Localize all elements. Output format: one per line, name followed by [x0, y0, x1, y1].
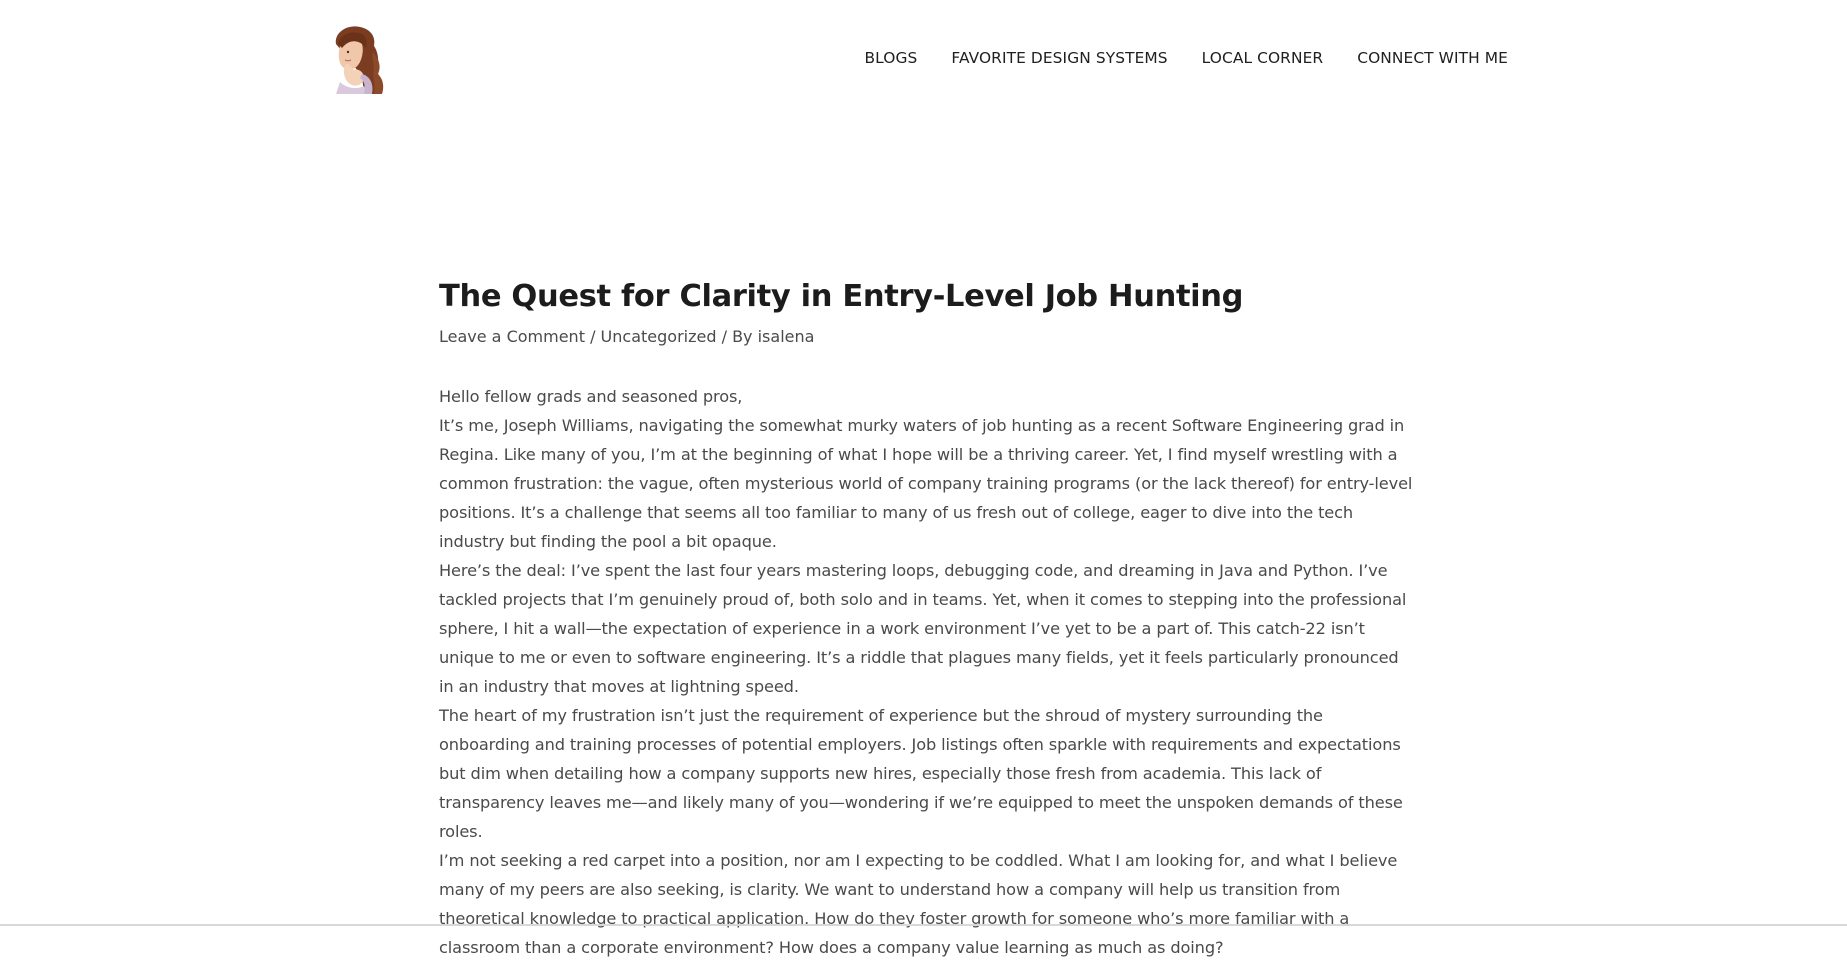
nav-item-blogs[interactable]: BLOGS — [865, 49, 918, 67]
post-paragraph: Hello fellow grads and seasoned pros, — [439, 387, 743, 406]
portrait-logo-icon — [335, 26, 384, 94]
leave-comment-link[interactable]: Leave a Comment — [439, 327, 585, 346]
post-paragraph: Here’s the deal: I’ve spent the last fou… — [439, 561, 1407, 696]
blog-post: The Quest for Clarity in Entry-Level Job… — [439, 276, 1414, 962]
meta-separator: / — [721, 327, 727, 346]
nav-item-favorite-design-systems[interactable]: FAVORITE DESIGN SYSTEMS — [951, 49, 1167, 67]
site-header: BLOGS FAVORITE DESIGN SYSTEMS LOCAL CORN… — [0, 0, 1847, 120]
nav-item-local-corner[interactable]: LOCAL CORNER — [1202, 49, 1324, 67]
author-link[interactable]: isalena — [758, 327, 815, 346]
post-paragraph: It’s me, Joseph Williams, navigating the… — [439, 416, 1413, 551]
category-link[interactable]: Uncategorized — [601, 327, 717, 346]
post-paragraph: The heart of my frustration isn’t just t… — [439, 706, 1403, 841]
site-logo[interactable] — [326, 24, 391, 94]
main-nav: BLOGS FAVORITE DESIGN SYSTEMS LOCAL CORN… — [865, 49, 1509, 67]
author-prefix: By — [732, 327, 753, 346]
post-title: The Quest for Clarity in Entry-Level Job… — [439, 279, 1244, 314]
post-meta: Leave a Comment / Uncategorized / By isa… — [439, 326, 1414, 348]
meta-separator: / — [590, 327, 596, 346]
post-paragraph: I’m not seeking a red carpet into a posi… — [439, 851, 1398, 957]
nav-item-connect-with-me[interactable]: CONNECT WITH ME — [1357, 49, 1508, 67]
post-body: Hello fellow grads and seasoned pros, It… — [439, 382, 1414, 962]
